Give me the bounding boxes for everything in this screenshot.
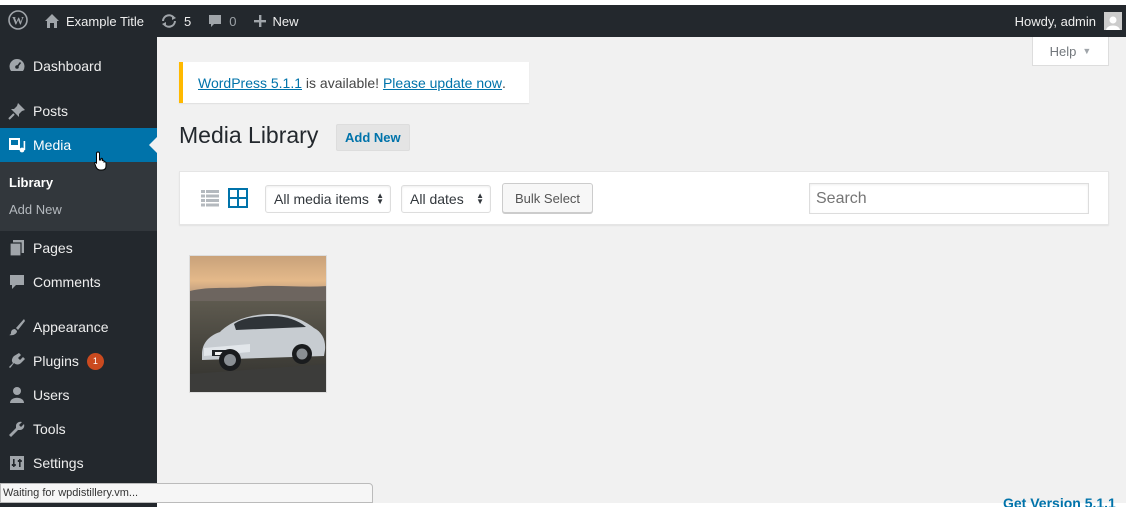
plugin-icon xyxy=(0,352,33,370)
help-tab-button[interactable]: Help ▼ xyxy=(1032,37,1109,66)
sidebar-item-label: Dashboard xyxy=(33,58,102,74)
plugins-update-badge: 1 xyxy=(86,352,104,370)
media-icon xyxy=(0,136,33,154)
sidebar-item-label: Tools xyxy=(33,421,66,437)
sidebar-item-label: Posts xyxy=(33,103,69,119)
browser-status-bar: Waiting for wpdistillery.vm... xyxy=(0,483,373,503)
media-submenu: Library Add New xyxy=(0,162,157,231)
svg-text:W: W xyxy=(12,13,24,27)
sidebar-item-label: Media xyxy=(33,137,72,153)
sidebar-item-label: Appearance xyxy=(33,319,109,335)
updates-count: 5 xyxy=(184,13,192,29)
grid-view-icon[interactable] xyxy=(228,188,248,208)
wordpress-logo-icon: W xyxy=(8,9,28,33)
wp-logo-button[interactable]: W xyxy=(0,5,36,37)
new-content-link[interactable]: New xyxy=(245,5,307,37)
plus-icon xyxy=(253,14,267,28)
sidebar-item-tools[interactable]: Tools xyxy=(0,412,157,446)
updates-icon xyxy=(160,13,178,29)
caret-down-icon: ▼ xyxy=(1082,46,1092,56)
sidebar-item-posts[interactable]: Posts xyxy=(0,94,157,128)
notice-text: is available! xyxy=(302,74,383,91)
notice-end: . xyxy=(502,74,506,91)
howdy-text: Howdy, admin xyxy=(1014,13,1096,29)
select-arrows-icon: ▲ ▼ xyxy=(476,191,484,206)
comment-bubble-icon xyxy=(207,13,223,29)
sidebar-item-appearance[interactable]: Appearance xyxy=(0,310,157,344)
date-filter[interactable]: All dates ▲ ▼ xyxy=(401,185,491,213)
media-type-value: All media items xyxy=(274,191,369,207)
car-photo-image xyxy=(190,256,326,392)
sidebar-item-label: Comments xyxy=(33,274,101,290)
list-view-icon[interactable] xyxy=(201,189,219,207)
sidebar-item-label: Pages xyxy=(33,240,73,256)
wordpress-version-link[interactable]: WordPress 5.1.1 xyxy=(198,75,302,91)
status-text: Waiting for wpdistillery.vm... xyxy=(3,487,139,499)
sidebar-item-settings[interactable]: Settings xyxy=(0,446,157,480)
wrench-icon xyxy=(0,420,33,438)
submenu-item-library[interactable]: Library xyxy=(9,175,53,190)
sidebar-item-users[interactable]: Users xyxy=(0,378,157,412)
sidebar-item-dashboard[interactable]: Dashboard xyxy=(0,49,157,83)
new-label: New xyxy=(272,13,299,29)
site-title: Example Title xyxy=(66,13,145,29)
update-notice: WordPress 5.1.1 is available! Please upd… xyxy=(179,62,529,103)
home-icon xyxy=(44,13,60,29)
media-type-filter[interactable]: All media items ▲ ▼ xyxy=(265,185,391,213)
pages-icon xyxy=(0,239,33,257)
comments-link[interactable]: 0 xyxy=(199,5,244,37)
date-filter-value: All dates xyxy=(410,191,464,207)
submenu-item-add-new[interactable]: Add New xyxy=(9,202,62,217)
get-version-link[interactable]: Get Version 5.1.1 xyxy=(1003,495,1116,507)
sidebar-item-label: Plugins xyxy=(33,353,79,369)
footer-divider xyxy=(157,503,1126,507)
sidebar-item-pages[interactable]: Pages xyxy=(0,231,157,265)
avatar xyxy=(1104,12,1122,30)
settings-icon xyxy=(0,454,33,472)
update-now-link[interactable]: Please update now xyxy=(383,75,502,91)
media-toolbar: All media items ▲ ▼ All dates ▲ ▼ Bulk Sel… xyxy=(179,171,1109,225)
sidebar-item-comments[interactable]: Comments xyxy=(0,265,157,299)
hand-cursor-icon xyxy=(94,151,108,176)
my-account-link[interactable]: Howdy, admin xyxy=(1007,5,1126,37)
admin-sidebar: Dashboard Posts Media Library Add New Pa… xyxy=(0,37,157,507)
admin-bar: W Example Title 5 0 New Howdy, admin xyxy=(0,5,1126,37)
comment-icon xyxy=(0,273,33,291)
brush-icon xyxy=(0,318,33,336)
add-new-button[interactable]: Add New xyxy=(336,124,410,151)
pin-icon xyxy=(0,102,33,120)
page-title: Media Library xyxy=(179,122,319,148)
media-search-input[interactable] xyxy=(809,183,1089,214)
dashboard-icon xyxy=(0,57,33,75)
sidebar-item-label: Settings xyxy=(33,455,84,471)
sidebar-item-plugins[interactable]: Plugins 1 xyxy=(0,344,157,378)
user-icon xyxy=(0,386,33,404)
help-label: Help xyxy=(1049,43,1077,59)
updates-link[interactable]: 5 xyxy=(152,5,199,37)
comments-count: 0 xyxy=(229,13,237,29)
select-arrows-icon: ▲ ▼ xyxy=(376,191,384,206)
bulk-select-button[interactable]: Bulk Select xyxy=(502,183,594,213)
media-attachment-thumbnail[interactable] xyxy=(189,255,327,393)
sidebar-item-media[interactable]: Media xyxy=(0,128,157,162)
sidebar-item-label: Users xyxy=(33,387,70,403)
site-name-link[interactable]: Example Title xyxy=(36,5,152,37)
